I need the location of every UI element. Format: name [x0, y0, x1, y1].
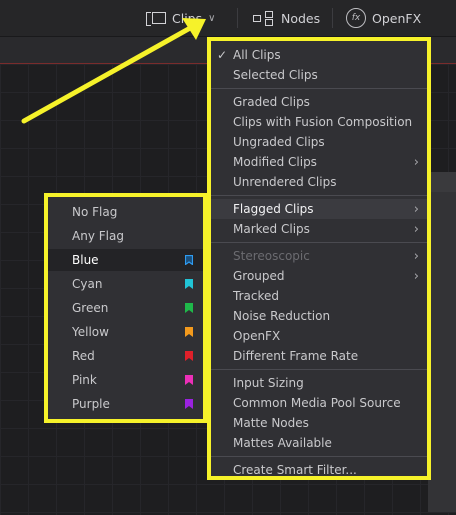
menu-separator: [211, 88, 427, 89]
flag-item-label: Red: [72, 349, 95, 363]
flag-item-label: Blue: [72, 253, 99, 267]
chevron-right-icon: ›: [413, 154, 419, 170]
menu-item-label: Stereoscopic: [233, 249, 310, 263]
menu-separator: [211, 456, 427, 457]
menu-item-matte-nodes[interactable]: Matte Nodes: [211, 413, 427, 433]
flag-submenu: No Flag Any Flag Blue Cyan Green Yellow Red Pin…: [44, 193, 207, 423]
flag-icon: [185, 279, 193, 289]
menu-item-label: Mattes Available: [233, 436, 332, 450]
menu-item-label: Input Sizing: [233, 376, 304, 390]
flag-item-label: Purple: [72, 397, 110, 411]
menu-item-label: Grouped: [233, 269, 285, 283]
menu-separator: [211, 195, 427, 196]
menu-item-noise-reduction[interactable]: Noise Reduction: [211, 306, 427, 326]
chevron-right-icon: ›: [413, 268, 419, 284]
menu-item-common-media-pool-source[interactable]: Common Media Pool Source: [211, 393, 427, 413]
flag-icon: [185, 303, 193, 313]
menu-item-marked-clips[interactable]: Marked Clips ›: [211, 219, 427, 239]
flag-icon: [185, 375, 193, 385]
flag-item-any-flag[interactable]: Any Flag: [48, 225, 203, 247]
menu-item-label: Modified Clips: [233, 155, 317, 169]
menu-item-different-frame-rate[interactable]: Different Frame Rate: [211, 346, 427, 366]
openfx-button[interactable]: fx OpenFX: [346, 0, 421, 36]
menu-item-label: Different Frame Rate: [233, 349, 359, 363]
flag-item-pink[interactable]: Pink: [48, 369, 203, 391]
chevron-right-icon: ›: [413, 248, 419, 264]
toolbar: Clips ∨ Nodes fx OpenFX: [0, 0, 456, 37]
flag-item-yellow[interactable]: Yellow: [48, 321, 203, 343]
menu-item-label: All Clips: [233, 48, 281, 62]
menu-item-input-sizing[interactable]: Input Sizing: [211, 373, 427, 393]
flag-item-label: Green: [72, 301, 109, 315]
clips-filter-menu: ✓ All Clips Selected Clips Graded Clips Clip…: [207, 37, 431, 480]
menu-item-label: Noise Reduction: [233, 309, 331, 323]
flag-icon: [185, 351, 193, 361]
flag-item-label: Cyan: [72, 277, 103, 291]
menu-separator: [211, 242, 427, 243]
menu-item-label: Tracked: [233, 289, 279, 303]
menu-item-label: Create Smart Filter...: [233, 463, 357, 477]
flag-item-label: Any Flag: [72, 229, 124, 243]
menu-item-mattes-available[interactable]: Mattes Available: [211, 433, 427, 453]
menu-item-grouped[interactable]: Grouped ›: [211, 266, 427, 286]
flag-item-blue[interactable]: Blue: [48, 249, 203, 271]
flag-item-no-flag[interactable]: No Flag: [48, 201, 203, 223]
menu-item-label: Common Media Pool Source: [233, 396, 401, 410]
menu-item-label: Selected Clips: [233, 68, 318, 82]
menu-item-flagged-clips[interactable]: Flagged Clips ›: [211, 199, 427, 219]
menu-item-tracked[interactable]: Tracked: [211, 286, 427, 306]
menu-item-selected-clips[interactable]: Selected Clips: [211, 65, 427, 85]
menu-item-label: Marked Clips: [233, 222, 310, 236]
menu-item-unrendered-clips[interactable]: Unrendered Clips: [211, 172, 427, 192]
flag-item-label: Pink: [72, 373, 97, 387]
clips-label: Clips: [172, 10, 203, 26]
flag-icon: [185, 327, 193, 337]
menu-item-graded-clips[interactable]: Graded Clips: [211, 92, 427, 112]
menu-item-clips-with-fusion-composition[interactable]: Clips with Fusion Composition: [211, 112, 427, 132]
clips-icon: [146, 11, 168, 26]
flag-item-cyan[interactable]: Cyan: [48, 273, 203, 295]
toolbar-divider: [332, 8, 333, 28]
menu-item-label: Ungraded Clips: [233, 135, 325, 149]
nodes-button[interactable]: Nodes: [253, 0, 320, 36]
nodes-label: Nodes: [281, 10, 321, 26]
chevron-right-icon: ›: [413, 201, 419, 217]
flag-item-purple[interactable]: Purple: [48, 393, 203, 415]
openfx-label: OpenFX: [372, 10, 422, 26]
flag-icon: [185, 399, 193, 409]
toolbar-divider: [237, 8, 238, 28]
side-panel: [428, 172, 456, 512]
flag-item-label: Yellow: [72, 325, 109, 339]
nodes-icon: [253, 11, 275, 26]
flag-item-green[interactable]: Green: [48, 297, 203, 319]
clips-filter-button[interactable]: Clips ∨: [146, 0, 215, 36]
menu-item-openfx[interactable]: OpenFX: [211, 326, 427, 346]
checkmark-icon: ✓: [217, 48, 228, 62]
menu-item-ungraded-clips[interactable]: Ungraded Clips: [211, 132, 427, 152]
menu-item-label: Matte Nodes: [233, 416, 309, 430]
menu-item-label: Flagged Clips: [233, 202, 314, 216]
flag-item-label: No Flag: [72, 205, 118, 219]
fx-icon: fx: [346, 8, 366, 28]
chevron-right-icon: ›: [413, 221, 419, 237]
menu-item-stereoscopic: Stereoscopic ›: [211, 246, 427, 266]
menu-item-label: OpenFX: [233, 329, 281, 343]
menu-item-label: Unrendered Clips: [233, 175, 337, 189]
chevron-down-icon: ∨: [208, 12, 216, 24]
menu-item-label: Clips with Fusion Composition: [233, 115, 413, 129]
menu-item-label: Graded Clips: [233, 95, 310, 109]
flag-item-red[interactable]: Red: [48, 345, 203, 367]
menu-separator: [211, 369, 427, 370]
menu-item-all-clips[interactable]: ✓ All Clips: [211, 45, 427, 65]
flag-icon: [185, 255, 193, 265]
menu-item-modified-clips[interactable]: Modified Clips ›: [211, 152, 427, 172]
menu-item-create-smart-filter[interactable]: Create Smart Filter...: [211, 460, 427, 480]
